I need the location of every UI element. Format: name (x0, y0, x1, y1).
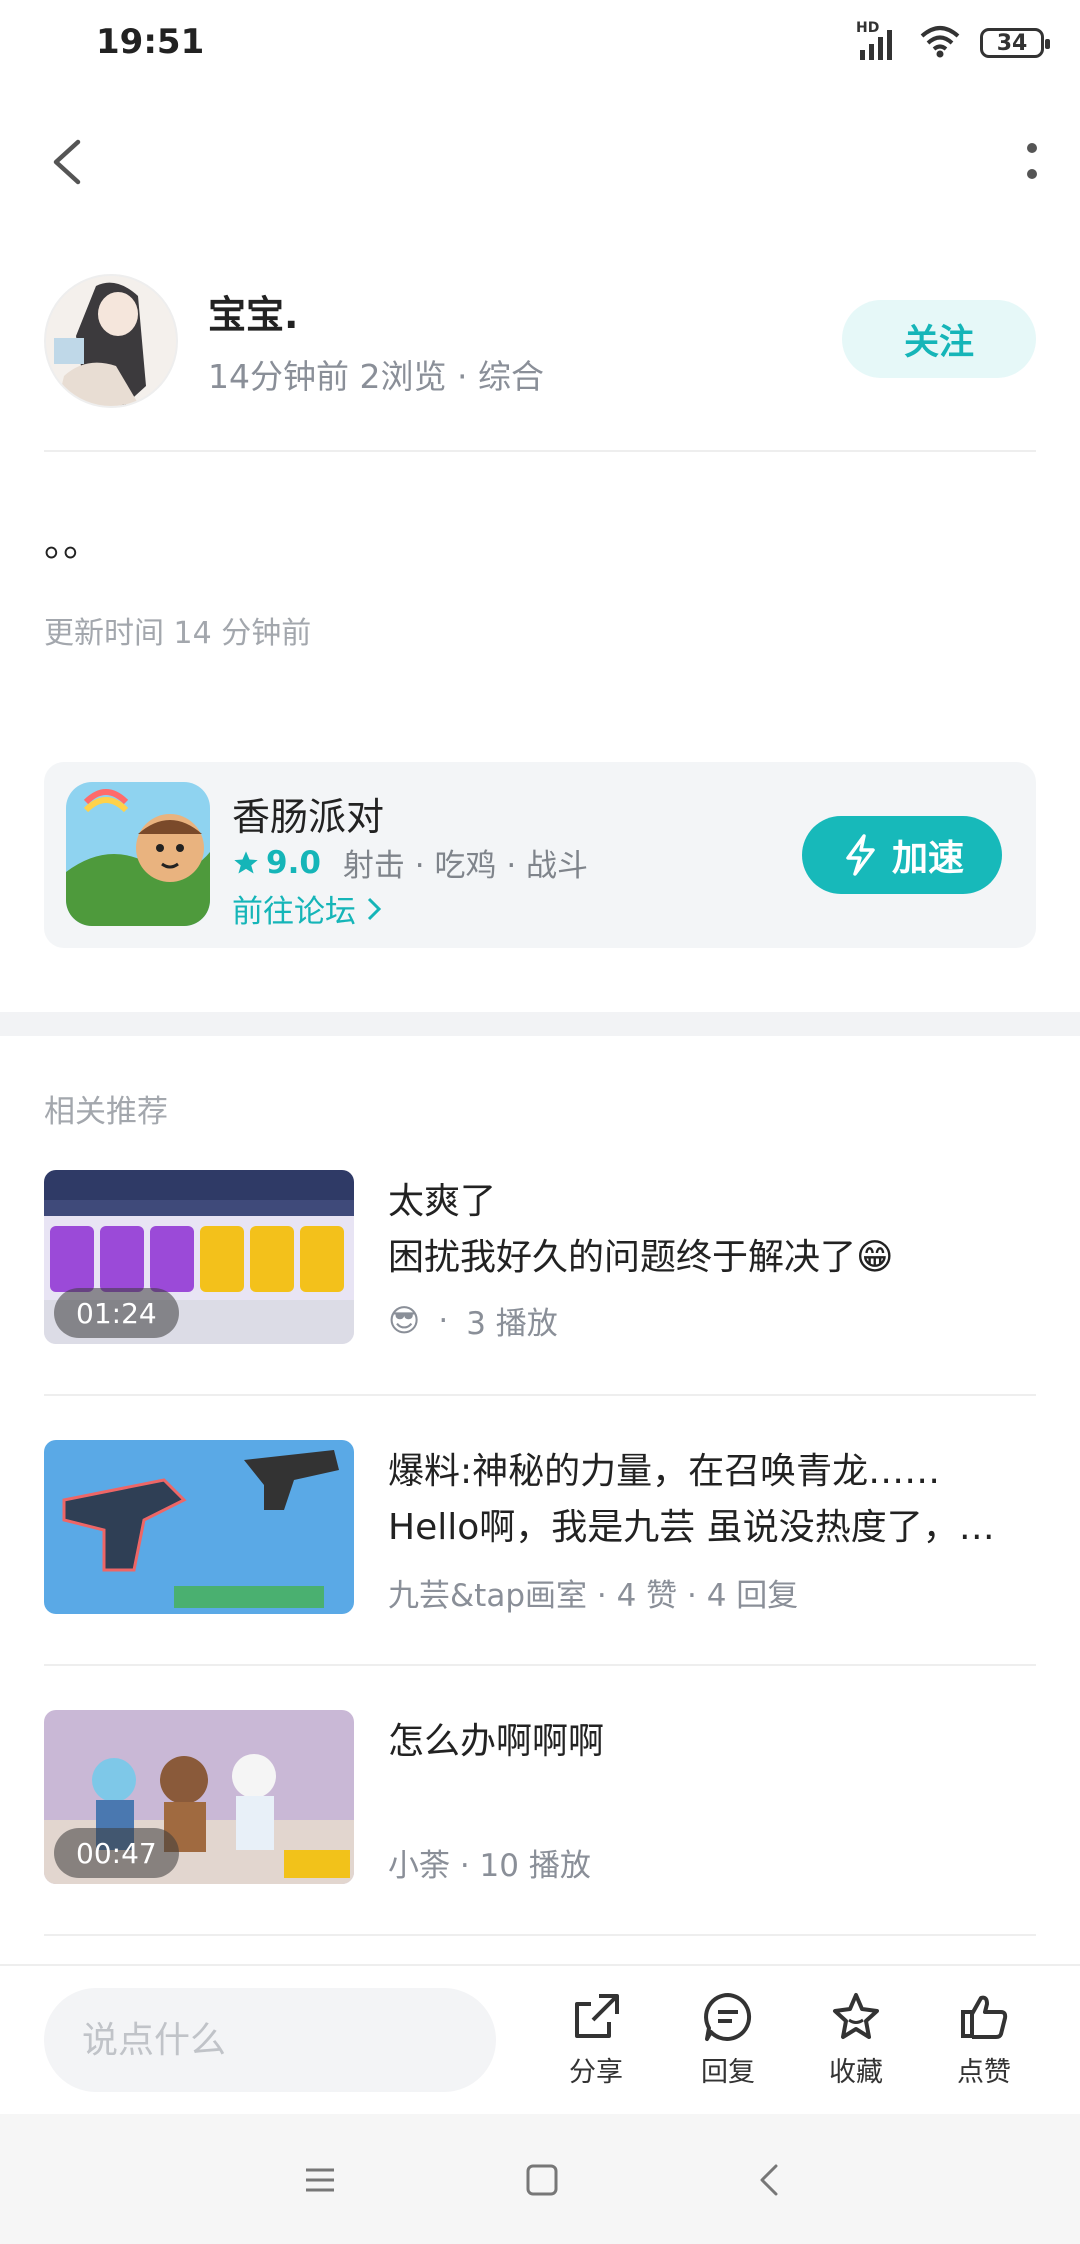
share-label: 分享 (569, 2057, 623, 2088)
divider (44, 1664, 1036, 1666)
update-time: 更新时间 14 分钟前 (44, 616, 312, 651)
recommend-title[interactable]: 怎么办啊啊啊 (388, 1712, 604, 1764)
favorite-label: 收藏 (829, 2057, 883, 2088)
recommend-title[interactable]: 爆料:神秘的力量，在召唤青龙…… (388, 1442, 940, 1494)
video-thumbnail[interactable]: 00:47 (44, 1710, 354, 1884)
game-rating: 9.0 (232, 845, 321, 881)
chevron-right-icon (367, 897, 382, 920)
reply-label: 回复 (701, 2057, 755, 2088)
post-meta: 14分钟前 2浏览 · 综合 (208, 357, 544, 396)
status-time: 19:51 (96, 22, 205, 62)
divider (44, 450, 1036, 452)
video-duration: 00:47 (54, 1828, 179, 1878)
battery-level: 34 (996, 30, 1028, 56)
recommend-meta: 小荼 · 10 播放 (388, 1848, 591, 1884)
divider (44, 1934, 1036, 1936)
signal-icon: HD (856, 20, 900, 60)
forum-link-label: 前往论坛 (232, 894, 356, 930)
like-button[interactable]: 点赞 (934, 1990, 1034, 2089)
home-icon[interactable] (512, 2150, 572, 2210)
wifi-icon (918, 24, 962, 62)
game-tags: 9.0 射击 · 吃鸡 · 战斗 (232, 840, 588, 885)
like-label: 点赞 (957, 2057, 1011, 2088)
speed-up-button[interactable]: 加速 (802, 816, 1002, 894)
divider (44, 1394, 1036, 1396)
separator-dot: · (438, 1302, 449, 1339)
rating-value: 9.0 (266, 844, 321, 881)
section-separator (0, 1012, 1080, 1036)
star-icon (833, 1993, 879, 2039)
author-emoji: 😎 (388, 1302, 421, 1339)
network-label: HD (856, 20, 880, 36)
follow-button[interactable]: 关注 (842, 300, 1036, 378)
recommend-title[interactable]: 太爽了 (388, 1172, 496, 1224)
recommend-summary[interactable]: 困扰我好久的问题终于解决了😁 (388, 1228, 894, 1280)
video-thumbnail[interactable]: 01:24 (44, 1170, 354, 1344)
author-name[interactable]: 宝宝. (208, 284, 298, 339)
reply-button[interactable]: 回复 (678, 1990, 778, 2089)
lightning-icon (846, 834, 875, 876)
game-tag-list: 射击 · 吃鸡 · 战斗 (342, 848, 589, 884)
comment-input[interactable] (44, 1988, 496, 2092)
more-vertical-icon[interactable] (1020, 140, 1044, 184)
avatar[interactable] (44, 274, 178, 408)
rating-star-icon (234, 850, 258, 873)
game-icon[interactable] (66, 782, 210, 926)
speed-up-label: 加速 (891, 837, 964, 878)
battery-icon: 34 (980, 28, 1050, 58)
play-count: 3 播放 (466, 1306, 558, 1342)
share-icon (575, 1994, 619, 2038)
forum-link[interactable]: 前往论坛 (232, 886, 384, 931)
comment-icon (704, 1993, 752, 2041)
system-back-icon[interactable] (740, 2150, 800, 2210)
thumb-up-icon (961, 1995, 1008, 2039)
recommend-meta: 九芸&tap画室 · 4 赞 · 4 回复 (388, 1578, 799, 1614)
favorite-button[interactable]: 收藏 (806, 1990, 906, 2089)
recommend-meta: 😎 · 3 播放 (388, 1298, 558, 1343)
status-indicators: HD 34 (856, 20, 1050, 62)
game-name[interactable]: 香肠派对 (232, 786, 384, 841)
menu-icon[interactable] (290, 2150, 350, 2210)
post-thumbnail[interactable] (44, 1440, 354, 1614)
video-duration: 01:24 (54, 1288, 179, 1338)
post-body: 。。 (44, 521, 102, 565)
section-title: 相关推荐 (44, 1094, 168, 1130)
share-button[interactable]: 分享 (546, 1990, 646, 2089)
back-arrow-icon[interactable] (40, 132, 100, 192)
recommend-summary[interactable]: Hello啊，我是九芸 虽说没热度了，… (388, 1498, 995, 1550)
